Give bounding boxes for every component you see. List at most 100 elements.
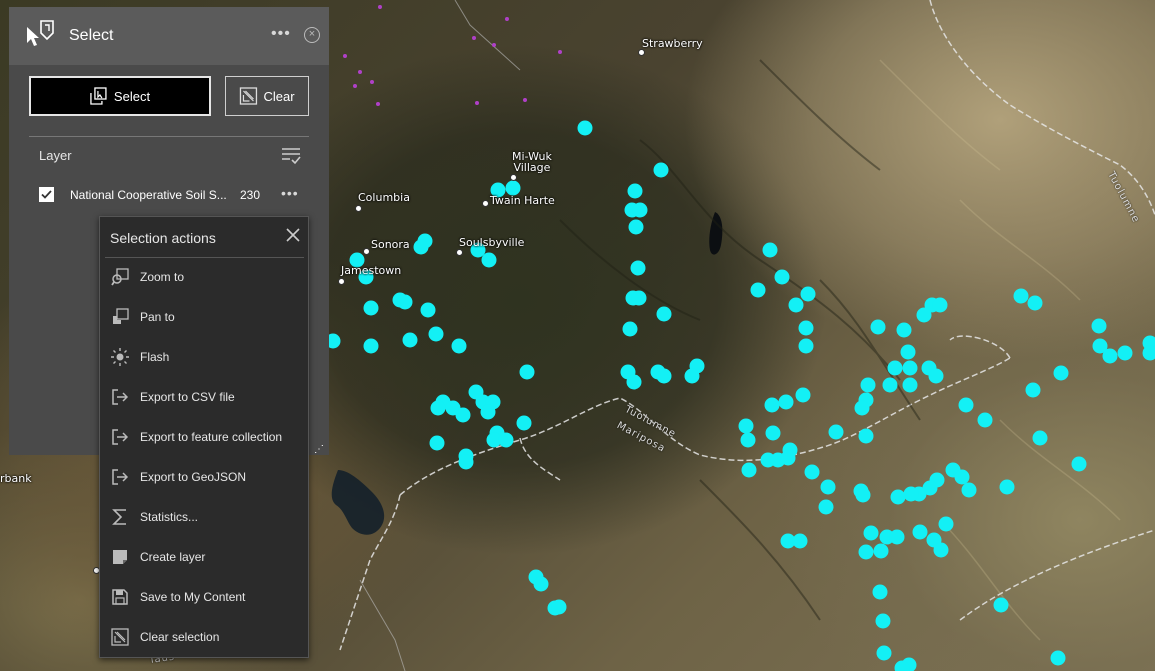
selected-feature-point[interactable]: [954, 469, 970, 485]
selected-feature-point[interactable]: [428, 326, 444, 342]
layer-more-options-icon[interactable]: •••: [281, 185, 299, 201]
selected-feature-point[interactable]: [792, 533, 808, 549]
selected-feature-point[interactable]: [653, 162, 669, 178]
selected-feature-point[interactable]: [795, 387, 811, 403]
selected-feature-point[interactable]: [778, 394, 794, 410]
selected-feature-point[interactable]: [455, 407, 471, 423]
feature-point[interactable]: [343, 54, 347, 58]
selected-feature-point[interactable]: [882, 377, 898, 393]
selected-feature-point[interactable]: [630, 260, 646, 276]
action-zoom-to[interactable]: Zoom to: [100, 257, 308, 297]
selected-feature-point[interactable]: [1053, 365, 1069, 381]
selected-feature-point[interactable]: [627, 183, 643, 199]
selected-feature-point[interactable]: [818, 499, 834, 515]
selected-feature-point[interactable]: [750, 282, 766, 298]
feature-point[interactable]: [475, 101, 479, 105]
close-widget-icon[interactable]: ×: [304, 27, 320, 43]
selected-feature-point[interactable]: [798, 338, 814, 354]
feature-point[interactable]: [378, 5, 382, 9]
selected-feature-point[interactable]: [1025, 382, 1041, 398]
selected-feature-point[interactable]: [363, 338, 379, 354]
selected-feature-point[interactable]: [1050, 650, 1066, 666]
layer-checkbox[interactable]: [39, 187, 54, 202]
selected-feature-point[interactable]: [451, 338, 467, 354]
feature-point[interactable]: [370, 80, 374, 84]
selected-feature-point[interactable]: [1102, 348, 1118, 364]
close-icon[interactable]: [285, 227, 301, 243]
selected-feature-point[interactable]: [887, 360, 903, 376]
selected-feature-point[interactable]: [738, 418, 754, 434]
selected-feature-point[interactable]: [932, 297, 948, 313]
selected-feature-point[interactable]: [1091, 318, 1107, 334]
selected-feature-point[interactable]: [628, 219, 644, 235]
selected-feature-point[interactable]: [993, 597, 1009, 613]
feature-point[interactable]: [523, 98, 527, 102]
layer-options-icon[interactable]: [281, 147, 301, 165]
selected-feature-point[interactable]: [774, 269, 790, 285]
selected-feature-point[interactable]: [873, 543, 889, 559]
selected-feature-point[interactable]: [551, 599, 567, 615]
selected-feature-point[interactable]: [788, 297, 804, 313]
selected-feature-point[interactable]: [858, 544, 874, 560]
selected-feature-point[interactable]: [402, 332, 418, 348]
selected-feature-point[interactable]: [429, 435, 445, 451]
selected-feature-point[interactable]: [977, 412, 993, 428]
action-create-layer[interactable]: Create layer: [100, 537, 308, 577]
selected-feature-point[interactable]: [632, 202, 648, 218]
selected-feature-point[interactable]: [577, 120, 593, 136]
selected-feature-point[interactable]: [765, 425, 781, 441]
feature-point[interactable]: [472, 36, 476, 40]
feature-point[interactable]: [492, 43, 496, 47]
selected-feature-point[interactable]: [764, 397, 780, 413]
selected-feature-point[interactable]: [804, 464, 820, 480]
selected-feature-point[interactable]: [516, 415, 532, 431]
selected-feature-point[interactable]: [896, 322, 912, 338]
action-statistics[interactable]: Statistics...: [100, 497, 308, 537]
selected-feature-point[interactable]: [780, 450, 796, 466]
selected-feature-point[interactable]: [741, 462, 757, 478]
selected-feature-point[interactable]: [828, 424, 844, 440]
selected-feature-point[interactable]: [854, 400, 870, 416]
selected-feature-point[interactable]: [519, 364, 535, 380]
selected-feature-point[interactable]: [1071, 456, 1087, 472]
selected-feature-point[interactable]: [740, 432, 756, 448]
selected-feature-point[interactable]: [458, 454, 474, 470]
selected-feature-point[interactable]: [912, 524, 928, 540]
action-export-geojson[interactable]: Export to GeoJSON: [100, 457, 308, 497]
selected-feature-point[interactable]: [798, 320, 814, 336]
selected-feature-point[interactable]: [890, 489, 906, 505]
action-export-feature-collection[interactable]: Export to feature collection: [100, 417, 308, 457]
selected-feature-point[interactable]: [420, 302, 436, 318]
selected-feature-point[interactable]: [1027, 295, 1043, 311]
selected-feature-point[interactable]: [626, 374, 642, 390]
selected-feature-point[interactable]: [480, 404, 496, 420]
selected-feature-point[interactable]: [631, 290, 647, 306]
action-export-csv[interactable]: Export to CSV file: [100, 377, 308, 417]
selected-feature-point[interactable]: [1013, 288, 1029, 304]
selected-feature-point[interactable]: [1032, 430, 1048, 446]
selected-feature-point[interactable]: [902, 360, 918, 376]
selected-feature-point[interactable]: [622, 321, 638, 337]
selected-feature-point[interactable]: [872, 584, 888, 600]
selected-feature-point[interactable]: [363, 300, 379, 316]
selected-feature-point[interactable]: [999, 479, 1015, 495]
selected-feature-point[interactable]: [533, 576, 549, 592]
selected-feature-point[interactable]: [656, 306, 672, 322]
selected-feature-point[interactable]: [656, 368, 672, 384]
resize-handle-icon[interactable]: ⋰: [314, 444, 324, 455]
selected-feature-point[interactable]: [820, 479, 836, 495]
selected-feature-point[interactable]: [875, 613, 891, 629]
action-flash[interactable]: Flash: [100, 337, 308, 377]
selected-feature-point[interactable]: [902, 377, 918, 393]
selected-feature-point[interactable]: [855, 487, 871, 503]
selected-feature-point[interactable]: [900, 344, 916, 360]
selected-feature-point[interactable]: [876, 645, 892, 661]
action-clear-selection[interactable]: Clear selection: [100, 617, 308, 657]
more-options-icon[interactable]: •••: [271, 25, 291, 43]
feature-point[interactable]: [505, 17, 509, 21]
feature-point[interactable]: [376, 102, 380, 106]
selected-feature-point[interactable]: [413, 239, 429, 255]
selected-feature-point[interactable]: [481, 252, 497, 268]
selected-feature-point[interactable]: [889, 529, 905, 545]
selected-feature-point[interactable]: [933, 542, 949, 558]
